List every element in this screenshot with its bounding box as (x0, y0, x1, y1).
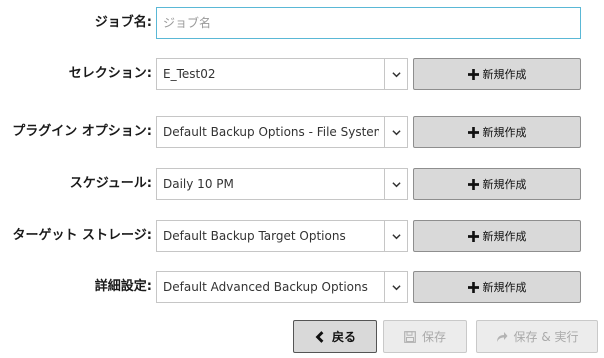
save-label: 保存 (421, 330, 446, 344)
save-button[interactable]: 保存 (383, 320, 467, 353)
chevron-down-icon[interactable] (384, 117, 407, 147)
back-button[interactable]: 戻る (293, 320, 377, 353)
plugin-options-label: プラグイン オプション: (12, 124, 152, 139)
advanced-settings-new-button[interactable]: 新規作成 (413, 271, 581, 303)
chevron-down-icon[interactable] (384, 59, 407, 89)
advanced-settings-dropdown[interactable]: Default Advanced Backup Options (156, 271, 408, 303)
schedule-new-label: 新規作成 (482, 178, 527, 191)
back-label: 戻る (331, 330, 356, 344)
job-name-input[interactable] (156, 7, 581, 39)
plugin-options-new-button[interactable]: 新規作成 (413, 116, 581, 148)
chevron-left-icon (315, 330, 324, 343)
target-storage-new-button[interactable]: 新規作成 (413, 220, 581, 252)
chevron-down-icon[interactable] (384, 221, 407, 251)
advanced-settings-label: 詳細設定: (94, 279, 152, 294)
save-and-run-label: 保存 & 実行 (513, 330, 579, 344)
plus-icon (467, 178, 479, 190)
schedule-new-button[interactable]: 新規作成 (413, 168, 581, 200)
selection-dropdown[interactable]: E_Test02 (156, 58, 408, 90)
target-storage-label: ターゲット ストレージ: (12, 228, 152, 243)
schedule-label: スケジュール: (69, 176, 152, 191)
plus-icon (467, 68, 479, 80)
chevron-down-icon[interactable] (384, 169, 407, 199)
target-storage-dropdown[interactable]: Default Backup Target Options (156, 220, 408, 252)
advanced-settings-value: Default Advanced Backup Options (163, 280, 368, 294)
advanced-settings-new-label: 新規作成 (482, 281, 527, 294)
job-name-label: ジョブ名: (94, 15, 152, 30)
selection-value: E_Test02 (163, 67, 216, 81)
plus-icon (467, 126, 479, 138)
plus-icon (467, 230, 479, 242)
share-arrow-icon (496, 331, 507, 342)
target-storage-value: Default Backup Target Options (163, 229, 346, 243)
plugin-options-dropdown[interactable]: Default Backup Options - File System - .… (156, 116, 408, 148)
selection-new-button[interactable]: 新規作成 (413, 58, 581, 90)
save-and-run-button[interactable]: 保存 & 実行 (476, 320, 598, 353)
plugin-options-value: Default Backup Options - File System - .… (163, 125, 379, 139)
schedule-dropdown[interactable]: Daily 10 PM (156, 168, 408, 200)
selection-label: セレクション: (68, 66, 152, 81)
floppy-disk-icon (404, 330, 416, 343)
plugin-options-new-label: 新規作成 (482, 126, 527, 139)
plus-icon (467, 281, 479, 293)
schedule-value: Daily 10 PM (163, 177, 234, 191)
selection-new-label: 新規作成 (482, 68, 527, 81)
target-storage-new-label: 新規作成 (482, 230, 527, 243)
chevron-down-icon[interactable] (384, 272, 407, 302)
